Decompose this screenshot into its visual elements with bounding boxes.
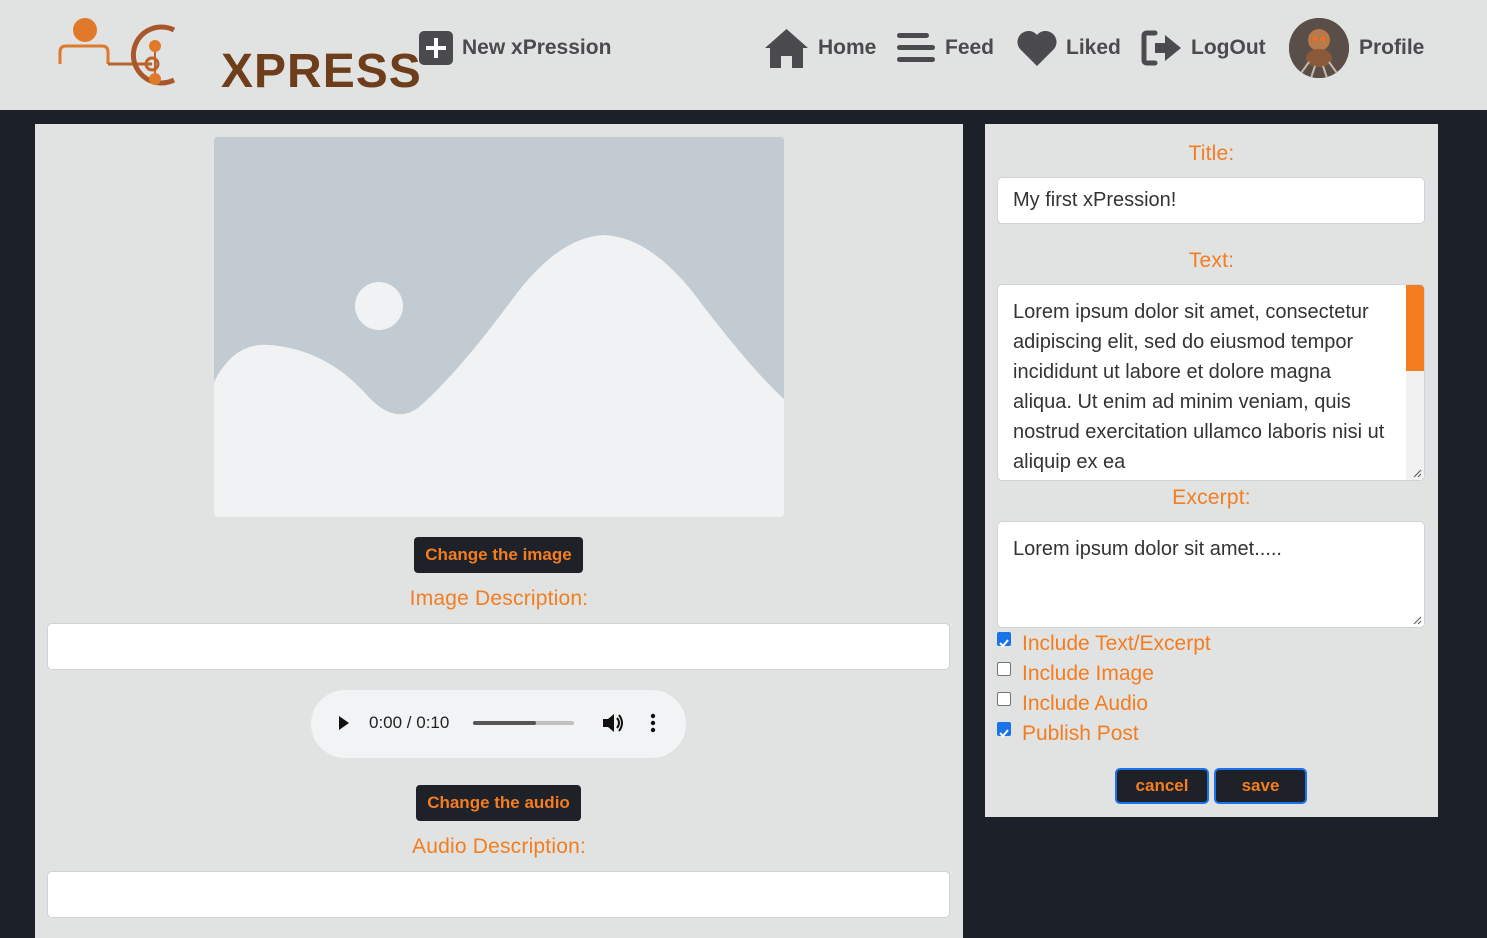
excerpt-textarea[interactable]: Lorem ipsum dolor sit amet..... <box>997 521 1425 628</box>
option-include-audio[interactable]: Include Audio <box>997 692 1148 716</box>
option-include-image[interactable]: Include Image <box>997 662 1154 686</box>
text-scrollbar-thumb[interactable] <box>1406 285 1424 371</box>
menu-lines-icon <box>897 33 935 62</box>
nav-logout[interactable]: LogOut <box>1141 0 1266 96</box>
audio-description-input[interactable] <box>47 871 950 918</box>
change-image-button[interactable]: Change the image <box>414 537 583 573</box>
text-textarea[interactable]: Lorem ipsum dolor sit amet, consectetur … <box>997 284 1425 481</box>
media-panel: Change the image Image Description: 0:00… <box>35 124 963 938</box>
option-publish-post[interactable]: Publish Post <box>997 722 1139 746</box>
option-label: Publish Post <box>1022 722 1139 745</box>
image-description-input[interactable] <box>47 623 950 670</box>
title-input[interactable] <box>997 177 1425 224</box>
option-label: Include Audio <box>1022 692 1149 715</box>
audio-player: 0:00 / 0:10 <box>311 690 686 758</box>
option-checkbox[interactable] <box>997 692 1011 706</box>
resize-grip-icon[interactable] <box>1413 616 1422 625</box>
resize-grip-icon[interactable] <box>1413 469 1422 478</box>
change-audio-button[interactable]: Change the audio <box>416 785 581 821</box>
logout-icon <box>1141 30 1181 66</box>
heart-icon <box>1017 30 1057 66</box>
audio-progress-track[interactable] <box>473 721 574 725</box>
image-placeholder <box>214 137 784 517</box>
nav-logout-label: LogOut <box>1191 36 1266 59</box>
text-scrollbar[interactable] <box>1406 285 1424 480</box>
nav-liked-label: Liked <box>1066 36 1121 59</box>
image-description-label: Image Description: <box>409 587 589 610</box>
title-label: Title: <box>1188 142 1235 165</box>
option-include-text[interactable]: Include Text/Excerpt <box>997 632 1211 656</box>
avatar <box>1289 18 1349 78</box>
top-header: XPRESS New xPression Home Feed Liked Log… <box>0 0 1487 110</box>
audio-progress-fill <box>473 721 536 725</box>
option-label: Include Image <box>1022 662 1154 685</box>
post-form-panel: Title: Text: Lorem ipsum dolor sit amet,… <box>985 124 1438 817</box>
option-checkbox[interactable] <box>997 662 1011 676</box>
save-button[interactable]: save <box>1214 768 1307 804</box>
more-vertical-icon[interactable] <box>650 712 656 734</box>
cancel-button[interactable]: cancel <box>1115 768 1209 804</box>
play-icon[interactable] <box>337 714 351 732</box>
nav-feed[interactable]: Feed <box>895 0 994 96</box>
option-checkbox[interactable] <box>997 632 1011 648</box>
text-label: Text: <box>1188 249 1235 272</box>
robot-avatar-icon <box>1289 18 1349 78</box>
nav-home[interactable]: Home <box>763 0 876 96</box>
image-placeholder-icon <box>214 137 784 517</box>
new-xpression-label: New xPression <box>462 36 612 59</box>
plus-square-icon <box>419 31 453 65</box>
volume-icon[interactable] <box>601 712 625 734</box>
home-icon <box>765 29 808 68</box>
nav-liked[interactable]: Liked <box>1016 0 1121 96</box>
xpress-logo[interactable]: XPRESS <box>56 16 421 96</box>
excerpt-textarea-content: Lorem ipsum dolor sit amet..... <box>1013 538 1282 560</box>
option-checkbox[interactable] <box>997 722 1011 738</box>
nav-feed-label: Feed <box>945 36 995 59</box>
logo-text: XPRESS <box>221 45 422 98</box>
excerpt-label: Excerpt: <box>1172 486 1251 509</box>
audio-description-label: Audio Description: <box>411 835 587 858</box>
new-xpression-link[interactable]: New xPression <box>418 0 611 96</box>
audio-time: 0:00 / 0:10 <box>369 713 450 732</box>
nav-profile[interactable]: Profile <box>1289 0 1424 96</box>
text-textarea-content: Lorem ipsum dolor sit amet, consectetur … <box>1013 301 1385 473</box>
option-label: Include Text/Excerpt <box>1022 632 1211 655</box>
nav-profile-label: Profile <box>1359 36 1425 59</box>
nav-home-label: Home <box>818 36 877 59</box>
